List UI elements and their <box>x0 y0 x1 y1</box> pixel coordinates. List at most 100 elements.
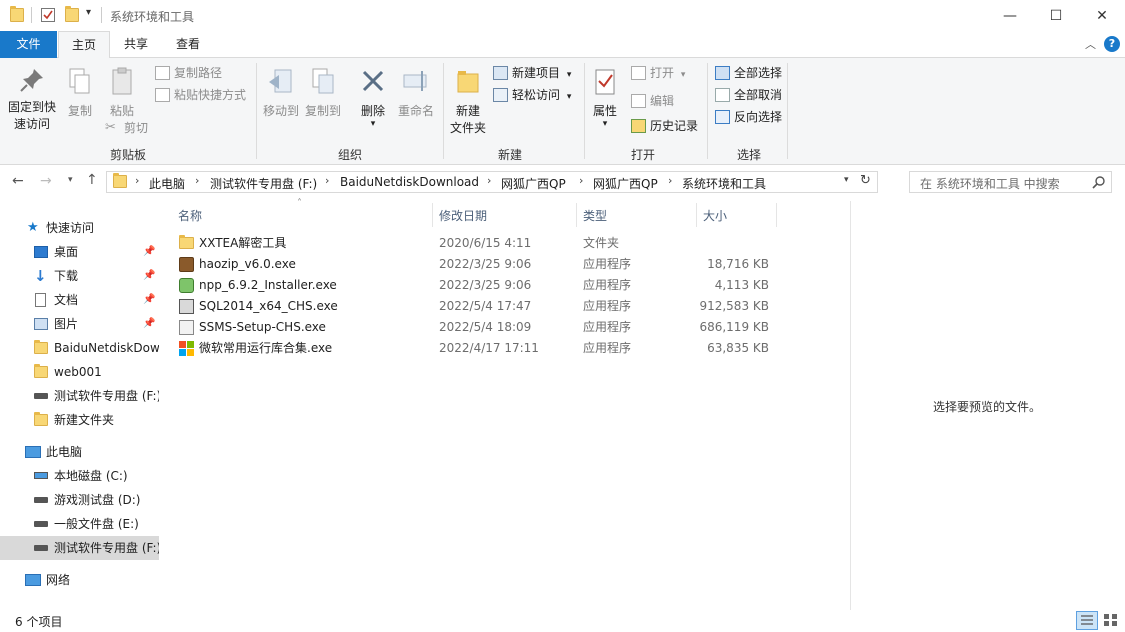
maximize-button[interactable]: ☐ <box>1033 0 1079 31</box>
breadcrumb-item[interactable]: BaiduNetdiskDownload <box>340 175 479 189</box>
nav-drive-c[interactable]: 本地磁盘 (C:) <box>0 464 159 488</box>
back-arrow-icon[interactable]: ← <box>12 173 24 189</box>
rename-button[interactable]: 重命名 <box>394 66 438 120</box>
help-icon[interactable]: ? <box>1104 36 1120 52</box>
tab-file[interactable]: 文件 <box>0 31 57 58</box>
nav-item-documents[interactable]: 文档 📌 <box>0 288 159 312</box>
nav-item-pictures[interactable]: 图片 📌 <box>0 312 159 336</box>
details-view-icon[interactable] <box>1076 611 1098 630</box>
new-item-button[interactable]: 新建项目 ▾ <box>493 63 571 83</box>
table-row[interactable]: XXTEA解密工具 2020/6/15 4:11 文件夹 <box>173 233 773 254</box>
pin-to-quick-access-button[interactable]: 固定到快 速访问 <box>4 66 60 133</box>
column-divider[interactable] <box>576 203 577 227</box>
windows-logo-icon <box>179 341 194 356</box>
chevron-right-icon[interactable]: › <box>135 174 139 187</box>
table-row[interactable]: 微软常用运行库合集.exe 2022/4/17 17:11 应用程序 63,83… <box>173 338 773 359</box>
properties-dropdown-icon[interactable]: ▾ <box>588 120 622 129</box>
new-folder-icon[interactable] <box>65 6 79 22</box>
table-row[interactable]: SQL2014_x64_CHS.exe 2022/5/4 17:47 应用程序 … <box>173 296 773 317</box>
collapse-ribbon-icon[interactable]: ︿ <box>1085 36 1096 52</box>
address-dropdown-icon[interactable]: ▾ <box>844 175 849 185</box>
refresh-icon[interactable]: ↻ <box>860 173 871 188</box>
breadcrumb-item[interactable]: 此电脑 <box>149 175 185 192</box>
invert-selection-icon <box>715 110 730 124</box>
nav-this-pc[interactable]: 此电脑 <box>0 440 159 464</box>
paste-shortcut-button[interactable]: 粘贴快捷方式 <box>155 85 246 105</box>
recent-locations-icon[interactable]: ▾ <box>68 175 73 185</box>
column-header-type[interactable]: 类型 <box>583 207 607 224</box>
breadcrumb-item[interactable]: 测试软件专用盘 (F:) <box>210 175 317 192</box>
column-divider[interactable] <box>776 203 777 227</box>
nav-item-recent[interactable]: BaiduNetdiskDow <box>0 336 159 360</box>
easy-access-button[interactable]: 轻松访问 ▾ <box>493 85 571 105</box>
new-folder-button[interactable]: 新建 文件夹 <box>448 66 488 137</box>
nav-network[interactable]: 网络 <box>0 568 159 592</box>
open-dropdown-icon: ▾ <box>680 70 686 80</box>
nav-item-recent[interactable]: 测试软件专用盘 (F:) <box>0 384 159 408</box>
breadcrumb-item[interactable]: 系统环境和工具 <box>682 175 766 192</box>
table-row[interactable]: npp_6.9.2_Installer.exe 2022/3/25 9:06 应… <box>173 275 773 296</box>
forward-arrow-icon[interactable]: → <box>40 173 52 189</box>
column-header-size[interactable]: 大小 <box>703 207 727 224</box>
delete-dropdown-icon[interactable]: ▾ <box>355 120 391 129</box>
history-icon <box>631 119 646 133</box>
column-header-date[interactable]: 修改日期 <box>439 207 487 224</box>
chevron-right-icon[interactable]: › <box>668 174 672 187</box>
chevron-right-icon[interactable]: › <box>579 174 583 187</box>
nav-item-recent[interactable]: 新建文件夹 <box>0 408 159 432</box>
nav-drive-d[interactable]: 游戏测试盘 (D:) <box>0 488 159 512</box>
pin-icon[interactable]: 📌 <box>143 312 155 336</box>
edit-icon <box>631 94 646 108</box>
nav-item-desktop[interactable]: 桌面 📌 <box>0 240 159 264</box>
select-none-button[interactable]: 全部取消 <box>715 85 782 105</box>
chevron-right-icon[interactable]: › <box>487 174 491 187</box>
group-label-open: 打开 <box>630 148 655 162</box>
nav-drive-f[interactable]: 测试软件专用盘 (F:) <box>0 536 159 560</box>
address-bar[interactable]: › 此电脑 › 测试软件专用盘 (F:) › BaiduNetdiskDownl… <box>106 171 878 193</box>
history-button[interactable]: 历史记录 <box>631 116 698 136</box>
edit-button[interactable]: 编辑 <box>631 91 674 111</box>
tab-share[interactable]: 共享 <box>112 31 160 58</box>
preview-empty-text: 选择要预览的文件。 <box>933 400 1042 414</box>
nav-quick-access[interactable]: ★ 快速访问 <box>0 216 159 240</box>
up-arrow-icon[interactable]: ↑ <box>86 172 98 188</box>
close-button[interactable]: ✕ <box>1079 0 1125 31</box>
table-row[interactable]: haozip_v6.0.exe 2022/3/25 9:06 应用程序 18,7… <box>173 254 773 275</box>
column-header-name[interactable]: 名称 <box>178 207 202 224</box>
breadcrumb-item[interactable]: 网狐广西QP <box>501 175 566 192</box>
copy-path-button[interactable]: 复制路径 <box>155 63 222 83</box>
invert-selection-button[interactable]: 反向选择 <box>715 107 782 127</box>
sort-ascending-icon: ˄ <box>297 198 302 209</box>
copy-button[interactable]: 复制 <box>63 66 97 120</box>
breadcrumb-item[interactable]: 网狐广西QP <box>593 175 658 192</box>
delete-button[interactable]: 删除 ▾ <box>355 66 391 129</box>
column-divider[interactable] <box>696 203 697 227</box>
nav-item-downloads[interactable]: ↓ 下载 📌 <box>0 264 159 288</box>
pin-icon[interactable]: 📌 <box>143 288 155 312</box>
select-all-button[interactable]: 全部选择 <box>715 63 782 83</box>
group-divider <box>256 63 257 159</box>
nav-drive-e[interactable]: 一般文件盘 (E:) <box>0 512 159 536</box>
document-icon <box>35 293 46 307</box>
properties-button[interactable]: 属性 ▾ <box>588 66 622 129</box>
chevron-right-icon[interactable]: › <box>325 174 329 187</box>
table-row[interactable]: SSMS-Setup-CHS.exe 2022/5/4 18:09 应用程序 6… <box>173 317 773 338</box>
pin-icon[interactable]: 📌 <box>143 240 155 264</box>
column-divider[interactable] <box>432 203 433 227</box>
open-button[interactable]: 打开 ▾ <box>631 63 685 83</box>
cut-button[interactable]: ✂ 剪切 <box>105 118 148 138</box>
copy-to-button[interactable]: 复制到 <box>302 66 344 120</box>
search-icon[interactable] <box>1092 176 1105 189</box>
tab-view[interactable]: 查看 <box>163 31 213 58</box>
large-icons-view-icon[interactable] <box>1101 611 1121 630</box>
minimize-button[interactable]: — <box>987 0 1033 31</box>
properties-check-icon[interactable] <box>41 8 55 22</box>
search-input[interactable]: 在 系统环境和工具 中搜索 <box>909 171 1112 193</box>
tab-home[interactable]: 主页 <box>58 31 110 59</box>
customize-quick-access-icon[interactable]: ▾ <box>86 7 91 18</box>
move-to-button[interactable]: 移动到 <box>261 66 301 120</box>
pin-icon[interactable]: 📌 <box>143 264 155 288</box>
chevron-right-icon[interactable]: › <box>195 174 199 187</box>
nav-item-recent[interactable]: web001 <box>0 360 159 384</box>
paste-button[interactable]: 粘贴 <box>104 66 140 120</box>
